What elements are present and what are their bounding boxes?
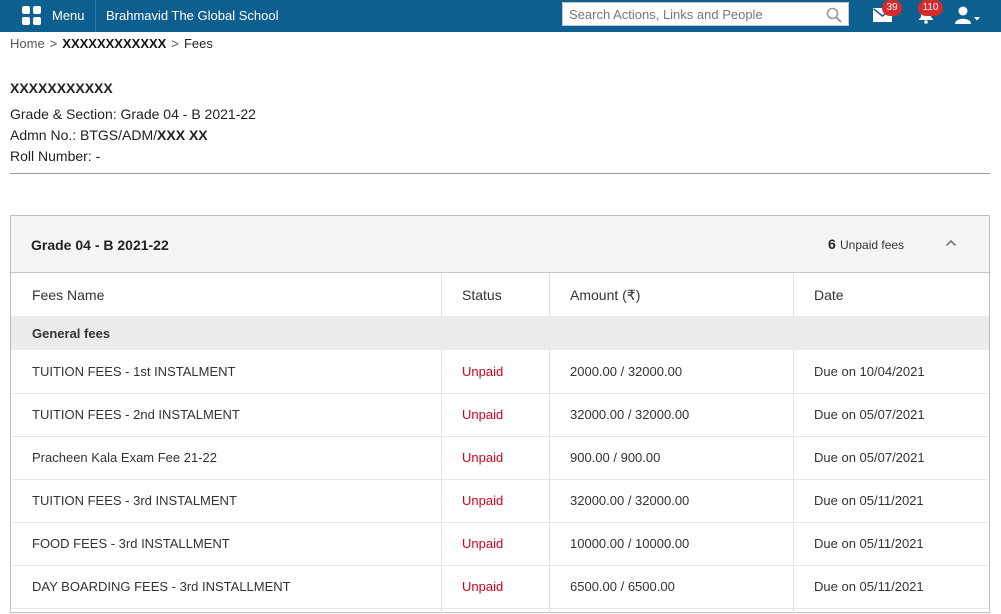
menu-button[interactable]: Menu [0, 0, 95, 32]
fee-date: Due on 05/11/2021 [814, 493, 924, 508]
column-divider [549, 350, 550, 614]
top-navigation-bar: Menu Brahmavid The Global School 39 110 [0, 0, 1001, 32]
fee-amount: 32000.00 / 32000.00 [570, 493, 690, 508]
admission-number: Admn No.: BTGS/ADM/XXX XX [10, 127, 208, 143]
fee-status: Unpaid [462, 364, 504, 379]
fee-amount: 32000.00 / 32000.00 [570, 407, 690, 422]
fees-panel: Grade 04 - B 2021-22 6 Unpaid fees Fees … [10, 215, 990, 614]
fee-name: TUITION FEES - 3rd INSTALMENT [32, 493, 237, 508]
topbar-divider [95, 0, 96, 32]
column-divider [549, 273, 550, 316]
breadcrumb-home-link[interactable]: Home [10, 36, 45, 51]
section-divider [10, 173, 990, 174]
student-name: XXXXXXXXXXX [10, 80, 113, 96]
search-input[interactable] [569, 5, 819, 23]
breadcrumb-masked-link[interactable]: XXXXXXXXXXXX [62, 36, 166, 51]
chevron-up-icon[interactable] [945, 239, 957, 247]
column-divider [793, 350, 794, 614]
fees-panel-header[interactable]: Grade 04 - B 2021-22 6 Unpaid fees [11, 216, 989, 273]
header-fees-name: Fees Name [32, 287, 105, 303]
fee-name: FOOD FEES - 3rd INSTALLMENT [32, 536, 230, 551]
search-icon[interactable] [826, 7, 842, 23]
fee-name: TUITION FEES - 1st INSTALMENT [32, 364, 236, 379]
breadcrumb-separator: > [49, 36, 58, 51]
table-row[interactable]: Pracheen Kala Exam Fee 21-22 Unpaid 900.… [11, 436, 989, 480]
breadcrumb: Home > XXXXXXXXXXXX > Fees [10, 36, 213, 51]
unpaid-count: 6 [828, 236, 836, 252]
fee-status: Unpaid [462, 579, 504, 594]
fee-name: Pracheen Kala Exam Fee 21-22 [32, 450, 217, 465]
admission-number-masked: XXX XX [157, 127, 208, 143]
roll-number: Roll Number: - [10, 148, 101, 164]
fee-name: TUITION FEES - 2nd INSTALMENT [32, 407, 240, 422]
fee-date: Due on 05/07/2021 [814, 407, 925, 422]
fee-status: Unpaid [462, 450, 504, 465]
table-row[interactable]: TUITION FEES - 3rd INSTALMENT Unpaid 320… [11, 479, 989, 523]
group-row-general-fees: General fees [11, 316, 989, 350]
fee-status: Unpaid [462, 407, 504, 422]
grid-menu-icon [22, 6, 42, 26]
breadcrumb-current: Fees [183, 36, 213, 51]
group-label: General fees [32, 326, 111, 341]
fee-status: Unpaid [462, 536, 504, 551]
admission-number-prefix: Admn No.: BTGS/ADM/ [10, 127, 158, 143]
fee-amount: 2000.00 / 32000.00 [570, 364, 683, 379]
column-divider [793, 273, 794, 316]
table-row[interactable]: TUITION FEES - 2nd INSTALMENT Unpaid 320… [11, 393, 989, 437]
fee-name: DAY BOARDING FEES - 3rd INSTALLMENT [32, 579, 291, 594]
column-divider [441, 273, 442, 316]
fee-date: Due on 05/11/2021 [814, 536, 924, 551]
fee-date: Due on 05/11/2021 [814, 579, 924, 594]
fee-status: Unpaid [462, 493, 504, 508]
table-header: Fees Name Status Amount (₹) Date [11, 273, 989, 317]
user-profile-icon[interactable] [955, 6, 981, 24]
fee-amount: 900.00 / 900.00 [570, 450, 661, 465]
mail-count-badge: 39 [882, 0, 902, 16]
fee-date: Due on 10/04/2021 [814, 364, 925, 379]
unpaid-label: Unpaid fees [840, 238, 905, 252]
fee-date: Due on 05/07/2021 [814, 450, 925, 465]
fee-amount: 10000.00 / 10000.00 [570, 536, 690, 551]
fee-amount: 6500.00 / 6500.00 [570, 579, 675, 594]
menu-label: Menu [52, 8, 85, 23]
table-row[interactable]: TUITION FEES - 1st INSTALMENT Unpaid 200… [11, 350, 989, 394]
column-divider [441, 350, 442, 614]
grade-section: Grade & Section: Grade 04 - B 2021-22 [10, 106, 256, 122]
header-date: Date [814, 287, 844, 303]
header-amount: Amount (₹) [570, 287, 641, 303]
header-status: Status [462, 287, 502, 303]
notification-count-badge: 110 [918, 0, 943, 16]
table-row[interactable]: DAY BOARDING FEES - 3rd INSTALLMENT Unpa… [11, 565, 989, 609]
panel-title: Grade 04 - B 2021-22 [31, 237, 169, 253]
breadcrumb-separator: > [171, 36, 179, 51]
school-name[interactable]: Brahmavid The Global School [106, 8, 278, 23]
table-row[interactable]: FOOD FEES - 3rd INSTALLMENT Unpaid 10000… [11, 522, 989, 566]
search-box [562, 2, 849, 26]
